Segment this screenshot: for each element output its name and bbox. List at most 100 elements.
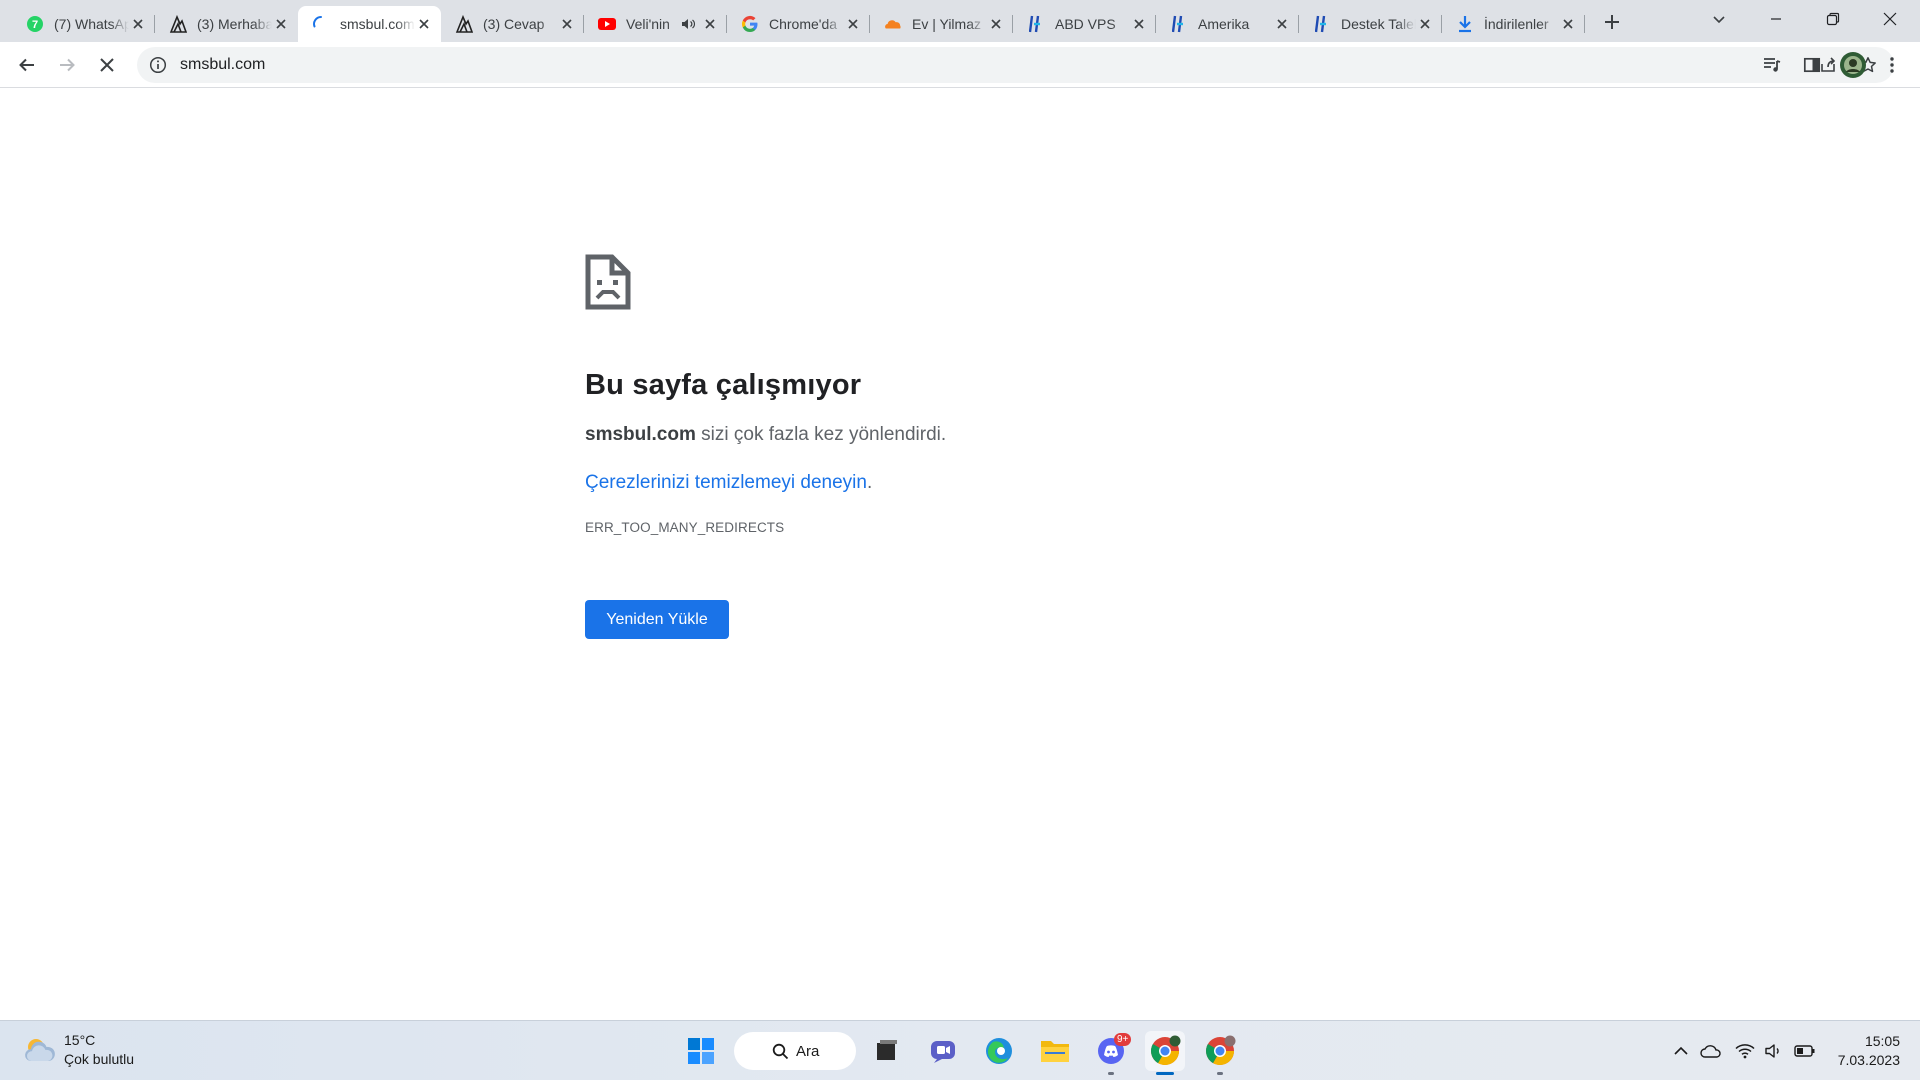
tab-title: smsbul.com — [340, 16, 415, 32]
running-indicator — [1108, 1072, 1114, 1075]
close-tab-icon[interactable] — [701, 15, 719, 33]
close-tab-icon[interactable] — [415, 15, 433, 33]
reload-button[interactable]: Yeniden Yükle — [585, 600, 729, 639]
clear-cookies-link[interactable]: Çerezlerinizi temizlemeyi deneyin — [585, 472, 867, 493]
browser-toolbar: smsbul.com — [0, 42, 1920, 88]
start-button[interactable] — [681, 1031, 721, 1071]
tab-search-button[interactable] — [1691, 0, 1747, 38]
close-window-button[interactable] — [1862, 0, 1918, 38]
browser-tab[interactable]: smsbul.com — [298, 6, 441, 42]
cloudflare-icon — [884, 15, 902, 33]
hosting-icon — [1313, 15, 1331, 33]
browser-tab[interactable]: 7 (7) WhatsApp — [12, 6, 155, 42]
youtube-icon — [598, 15, 616, 33]
tab-title: Veli'nin — [626, 16, 670, 32]
volume-tray[interactable] — [1762, 1039, 1786, 1063]
search-icon — [772, 1043, 789, 1060]
weather-description: Çok bulutlu — [64, 1051, 135, 1067]
chrome-profile-app[interactable] — [1200, 1031, 1240, 1075]
clock-date: 7.03.2023 — [1837, 1052, 1900, 1068]
close-tab-icon[interactable] — [987, 15, 1005, 33]
more-vert-icon — [1890, 57, 1894, 73]
audio-playing-icon[interactable] — [681, 18, 697, 30]
tab-strip: 7 (7) WhatsApp (3) Merhaba smsbul.com (3) Ce… — [0, 0, 1920, 42]
close-tab-icon[interactable] — [844, 15, 862, 33]
close-icon — [1883, 12, 1897, 26]
info-icon[interactable] — [149, 56, 167, 74]
error-message-text: sizi çok fazla kez yönlendirdi. — [695, 424, 947, 445]
download-icon — [1456, 15, 1474, 33]
close-tab-icon[interactable] — [272, 15, 290, 33]
close-tab-icon[interactable] — [1130, 15, 1148, 33]
stop-loading-button[interactable] — [91, 49, 123, 81]
task-view-button[interactable] — [867, 1031, 907, 1071]
wifi-tray[interactable] — [1733, 1039, 1757, 1063]
active-indicator — [1156, 1072, 1174, 1075]
chrome-app[interactable] — [1145, 1031, 1185, 1075]
address-bar[interactable]: smsbul.com — [137, 47, 1894, 83]
media-controls-button[interactable] — [1756, 49, 1788, 81]
speaker-icon — [1765, 1044, 1779, 1058]
error-host: smsbul.com — [585, 424, 696, 445]
close-tab-icon[interactable] — [1559, 15, 1577, 33]
system-clock[interactable]: 15:05 7.03.2023 — [1830, 1032, 1900, 1070]
taskbar-search[interactable]: Ara — [734, 1032, 856, 1070]
tab-separator — [1584, 15, 1585, 33]
profile-avatar[interactable] — [1837, 49, 1869, 81]
running-indicator — [1217, 1072, 1223, 1075]
close-tab-icon[interactable] — [1273, 15, 1291, 33]
chevron-down-icon — [1713, 16, 1725, 24]
error-title: Bu sayfa çalışmıyor — [585, 369, 862, 401]
battery-icon — [1794, 1045, 1815, 1057]
minimize-icon — [1771, 18, 1781, 20]
suggestion-period: . — [866, 472, 873, 493]
error-code: ERR_TOO_MANY_REDIRECTS — [585, 520, 785, 535]
back-button[interactable] — [11, 49, 43, 81]
browser-tab[interactable]: Amerika — [1156, 6, 1299, 42]
discord-app[interactable]: 9+ — [1091, 1031, 1132, 1075]
plus-icon — [1605, 15, 1619, 29]
browser-tab[interactable]: Chrome'da — [727, 6, 870, 42]
close-tab-icon[interactable] — [129, 15, 147, 33]
close-tab-icon[interactable] — [558, 15, 576, 33]
tab-title: (3) Merhaba — [197, 16, 272, 32]
side-panel-icon — [1803, 57, 1821, 73]
avatar-icon — [1840, 52, 1866, 78]
browser-tab[interactable]: (3) Merhaba — [155, 6, 298, 42]
tab-title: Destek Talebi — [1341, 16, 1416, 32]
tab-title: (7) WhatsApp — [54, 16, 129, 32]
minimize-button[interactable] — [1748, 0, 1804, 38]
show-hidden-icons-button[interactable] — [1669, 1039, 1693, 1063]
browser-tab[interactable]: Destek Talebi — [1299, 6, 1442, 42]
weather-temperature: 15°C — [64, 1032, 96, 1048]
side-panel-button[interactable] — [1796, 49, 1828, 81]
browser-tab[interactable]: Ev | Yilmaz — [870, 6, 1013, 42]
chevron-up-icon — [1674, 1046, 1688, 1055]
cloud-icon — [1700, 1045, 1721, 1058]
file-explorer-app[interactable] — [1035, 1031, 1075, 1071]
browser-tab[interactable]: (3) Cevap — [441, 6, 584, 42]
arrow-left-icon — [19, 58, 34, 72]
arrow-right-icon — [60, 58, 75, 72]
new-tab-button[interactable] — [1598, 8, 1626, 36]
tab-title: İndirilenler — [1484, 16, 1549, 32]
browser-tab[interactable]: ABD VPS — [1013, 6, 1156, 42]
browser-tab[interactable]: Veli'nin — [584, 6, 727, 42]
url-text[interactable]: smsbul.com — [180, 56, 265, 74]
onedrive-tray[interactable] — [1699, 1039, 1723, 1063]
edge-app[interactable] — [979, 1031, 1019, 1071]
close-tab-icon[interactable] — [1416, 15, 1434, 33]
folder-icon — [1041, 1041, 1069, 1062]
task-view-icon — [877, 1040, 897, 1060]
forward-button[interactable] — [51, 49, 83, 81]
browser-menu-button[interactable] — [1876, 49, 1908, 81]
weather-widget[interactable]: 15°C Çok bulutlu — [22, 1031, 134, 1069]
wifi-icon — [1735, 1044, 1755, 1059]
battery-tray[interactable] — [1793, 1039, 1817, 1063]
tab-title: Chrome'da — [769, 16, 838, 32]
windows-taskbar: 15°C Çok bulutlu Ara 9+ 15:05 7.03.2023 — [0, 1020, 1920, 1080]
error-container: Bu sayfa çalışmıyor smsbul.com sizi çok … — [585, 254, 1285, 639]
restore-button[interactable] — [1805, 0, 1861, 38]
browser-tab[interactable]: İndirilenler — [1442, 6, 1585, 42]
teams-chat-button[interactable] — [923, 1031, 963, 1071]
